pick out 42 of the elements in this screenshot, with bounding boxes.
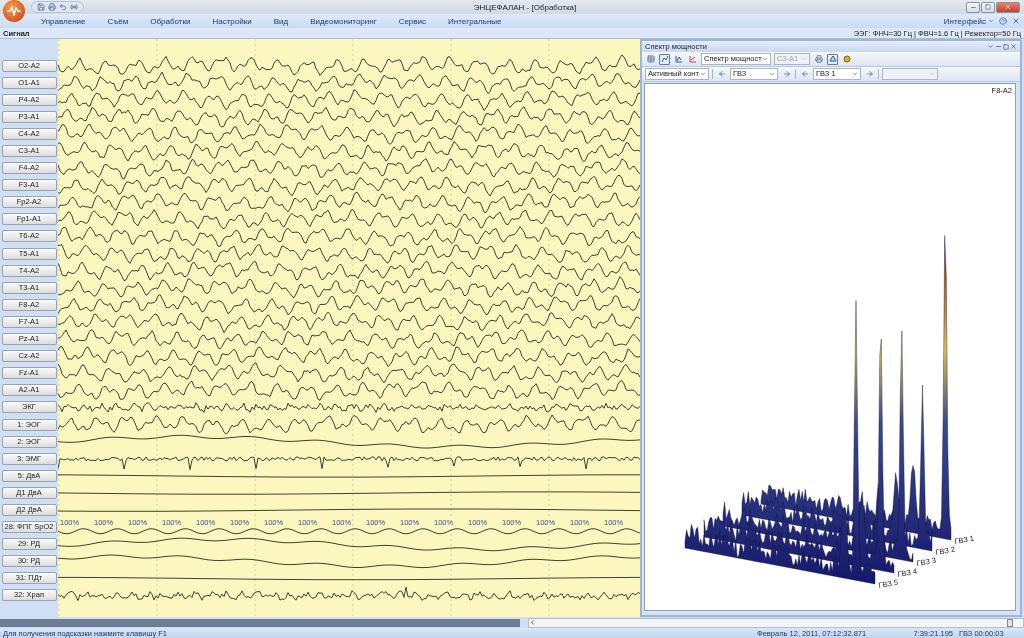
antenna-icon[interactable] (70, 3, 78, 11)
dropdown-icon[interactable] (987, 43, 994, 50)
caret-icon (929, 71, 935, 77)
table-icon[interactable] (645, 53, 656, 65)
right-arrow-icon[interactable] (781, 68, 792, 80)
left-arrow-icon[interactable] (799, 68, 810, 80)
maximize-button[interactable] (981, 1, 995, 13)
scroll-thumb[interactable] (1007, 618, 1013, 627)
caret-icon (762, 56, 768, 62)
caret-icon (852, 71, 858, 77)
menu-item[interactable]: Съём (96, 16, 140, 26)
close-icon[interactable] (1010, 43, 1017, 50)
menu-item[interactable]: Управление (30, 16, 97, 26)
scrollbar[interactable] (0, 618, 520, 627)
undo-icon[interactable] (59, 3, 67, 11)
menu-item[interactable]: Видеомониторинг (299, 16, 388, 26)
left-arrow-icon[interactable] (716, 68, 727, 80)
print-icon[interactable] (48, 3, 56, 11)
close-button[interactable] (996, 1, 1020, 13)
window-title: ЭНЦЕФАЛАН - [Обработка] (472, 2, 578, 12)
caret-icon (988, 18, 994, 24)
caret-icon (801, 56, 807, 62)
minimize-icon[interactable] (995, 43, 1002, 50)
horizontal-scrollbar[interactable] (528, 617, 1024, 628)
menu-item[interactable]: Вид (262, 16, 300, 26)
maximize-icon[interactable] (1003, 43, 1009, 50)
menu-item[interactable]: Сервис (387, 16, 438, 26)
close-icon[interactable] (1012, 17, 1020, 25)
help-icon[interactable] (999, 17, 1007, 25)
menu-item[interactable]: Обработки (139, 16, 202, 26)
menu-item[interactable]: Настройки (201, 16, 263, 26)
right-arrow-icon[interactable] (864, 68, 875, 80)
interface-menu[interactable]: Интерфейс (943, 16, 994, 26)
caret-icon (700, 71, 706, 77)
maximize-icon (985, 4, 991, 10)
app-logo-icon[interactable] (3, 0, 25, 22)
save-icon[interactable] (37, 3, 45, 11)
print-icon[interactable] (813, 53, 824, 65)
minimize-button[interactable] (966, 1, 980, 13)
caret-icon (769, 71, 775, 77)
close-icon (1004, 3, 1012, 11)
menu-item[interactable]: Интегральные (437, 16, 513, 26)
